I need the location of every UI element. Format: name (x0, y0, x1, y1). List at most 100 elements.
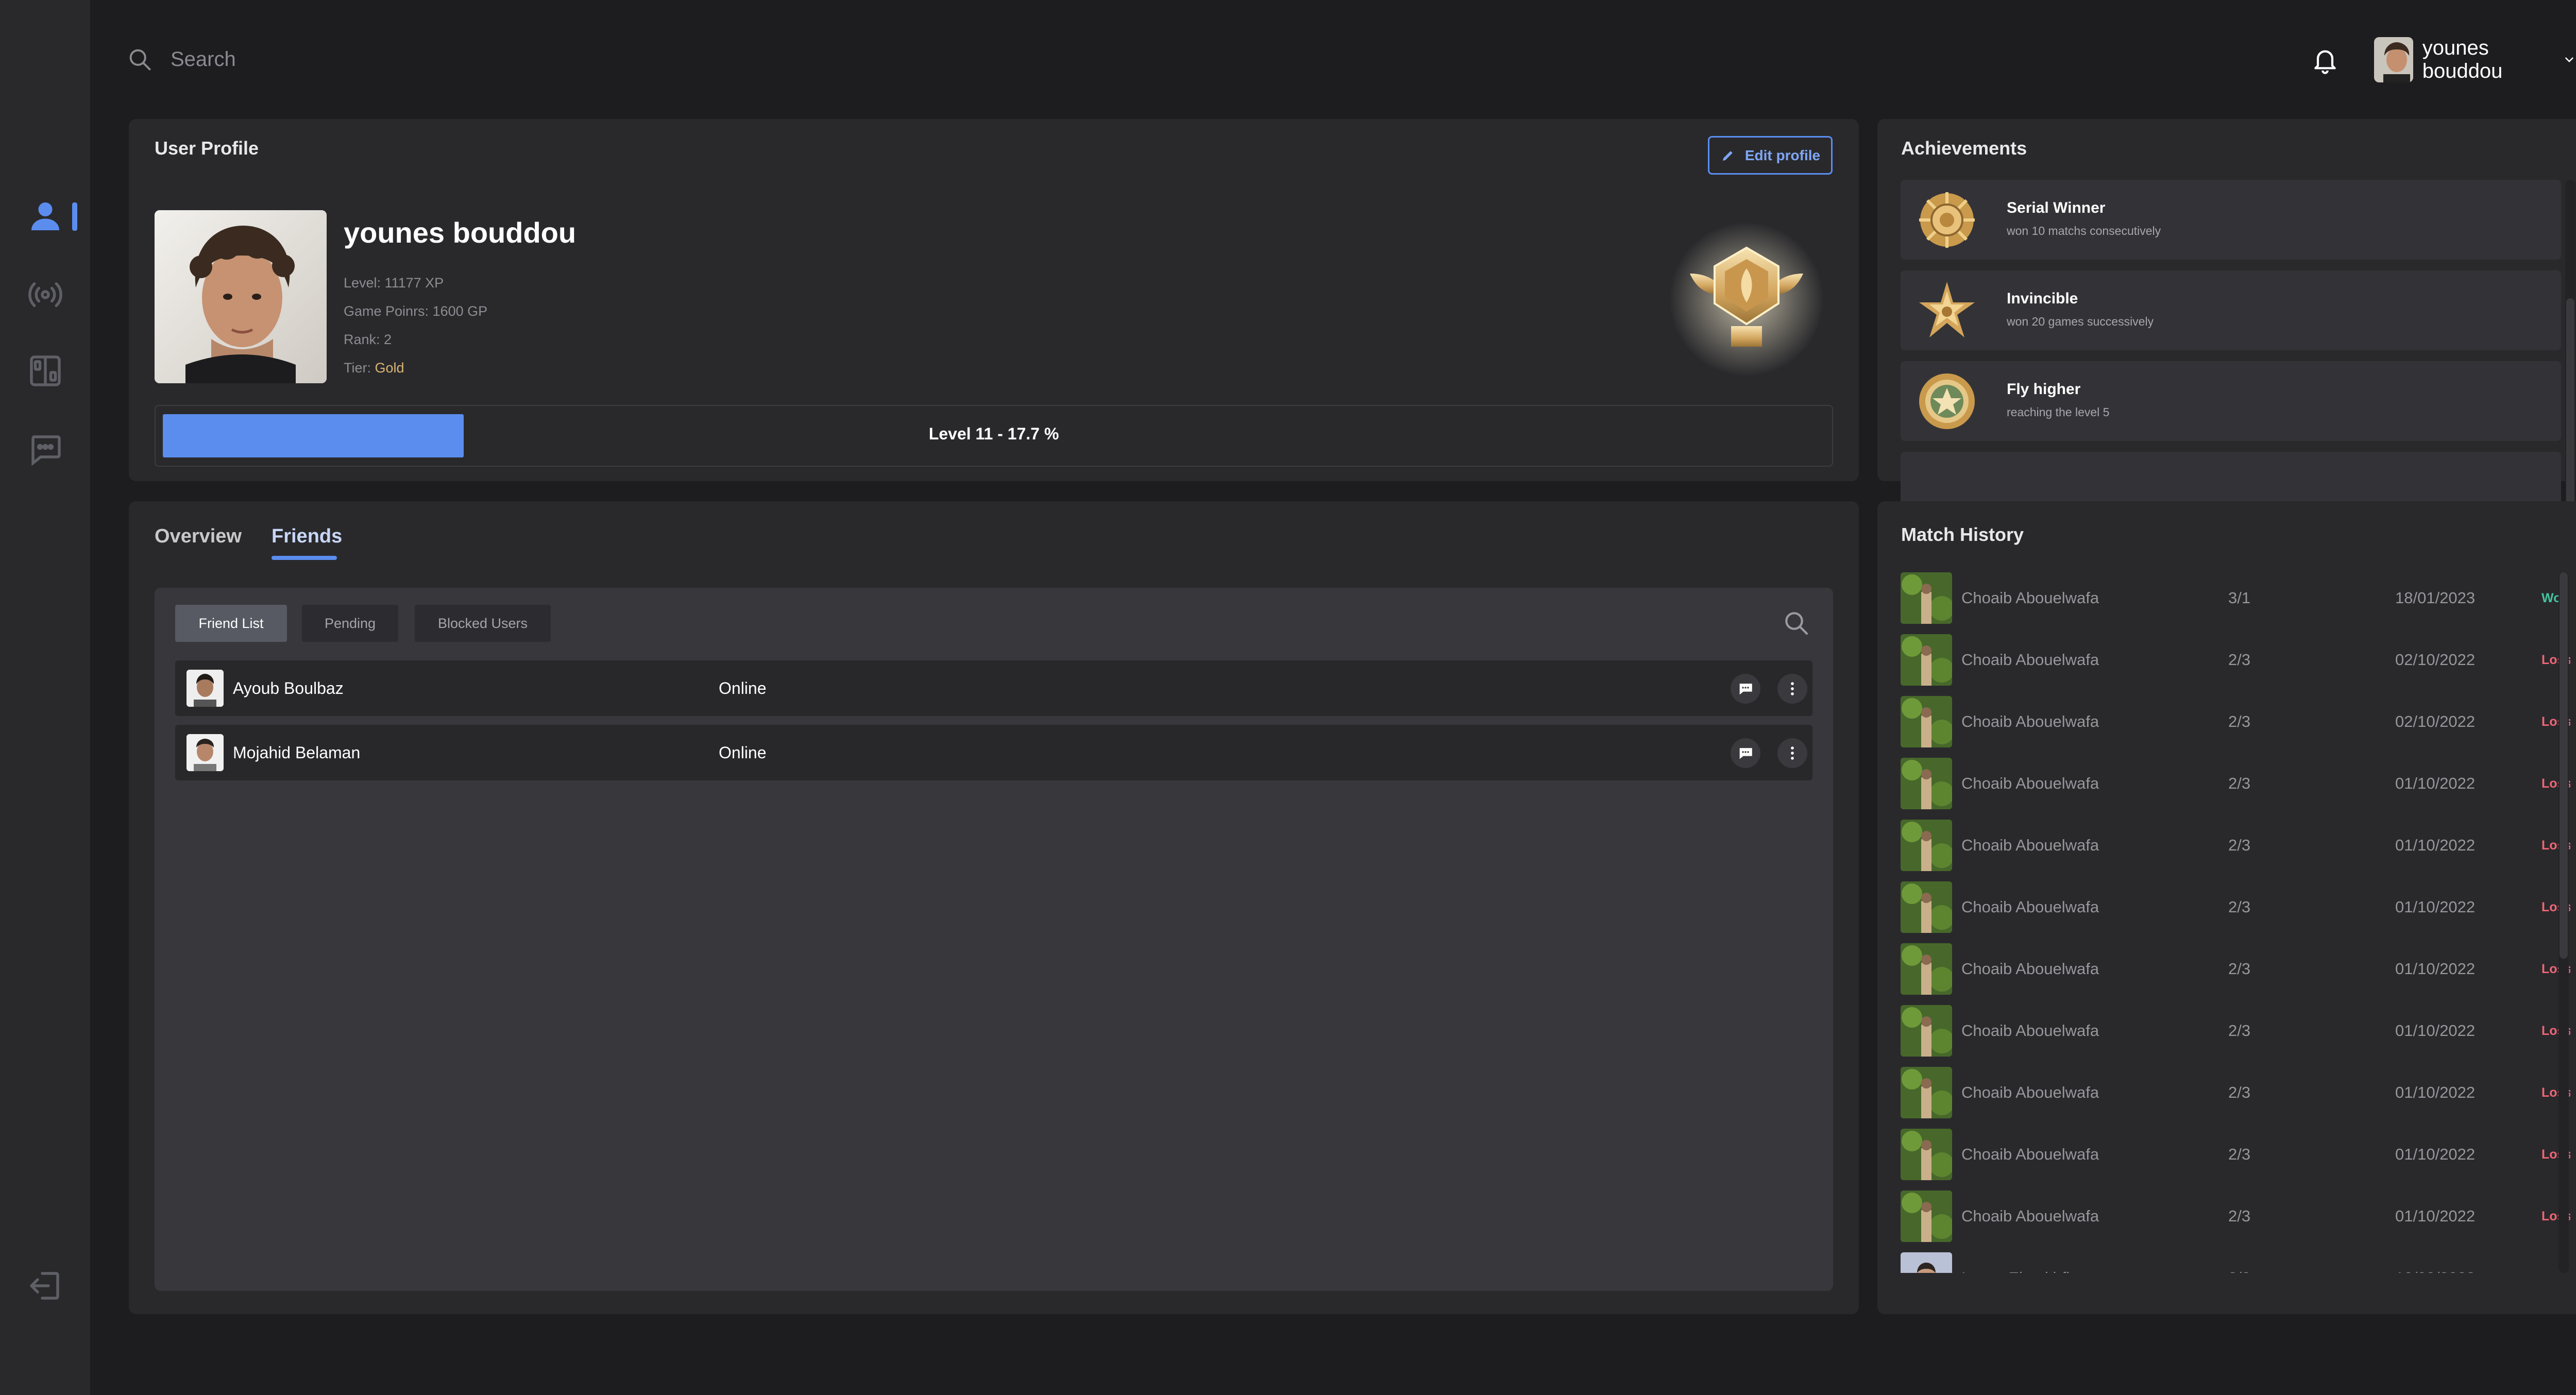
profile-icon[interactable] (27, 198, 64, 235)
match-row[interactable]: Choaib Abouelwafa 3/1 18/01/2023 Won (1901, 572, 2570, 624)
avatar (1901, 1067, 1952, 1118)
match-row[interactable]: Issam Elmakhfi3/219/09/2022Won (1901, 1252, 2570, 1273)
friend-name: Mojahid Belaman (233, 743, 361, 762)
edit-profile-label: Edit profile (1744, 147, 1821, 163)
avatar (1901, 943, 1952, 995)
avatar (1901, 572, 1952, 624)
search-icon[interactable] (1782, 608, 1810, 637)
tier-label: Tier: (344, 360, 375, 376)
opponent-name: Choaib Abouelwafa (1961, 1083, 2099, 1101)
search-bar[interactable] (126, 44, 634, 75)
more-options-button[interactable] (1777, 738, 1807, 768)
match-row[interactable]: Choaib Abouelwafa 2/3 01/10/2022 Loss (1901, 1129, 2570, 1180)
active-tab-indicator (272, 556, 337, 560)
user-menu[interactable]: younes bouddou (2374, 36, 2576, 83)
friend-status: Online (719, 743, 767, 762)
avatar (1901, 820, 1952, 871)
pencil-icon (1722, 150, 1733, 161)
card-title: Match History (1901, 524, 2024, 545)
achievement-title: Fly higher (2007, 381, 2081, 398)
bell-icon[interactable] (2311, 44, 2340, 75)
chevron-down-icon[interactable] (2563, 52, 2576, 67)
match-date: 01/10/2022 (2395, 1022, 2476, 1040)
achievement-item: Serial Winner won 10 matchs consecutivel… (1901, 180, 2561, 260)
match-row[interactable]: Choaib Abouelwafa 2/3 01/10/2022 Loss (1901, 758, 2570, 809)
opponent-name: Choaib Abouelwafa (1961, 898, 2099, 916)
achievement-description: won 10 matchs consecutively (2007, 224, 2161, 237)
card-title: User Profile (155, 138, 259, 159)
opponent-name: Choaib Abouelwafa (1961, 589, 2099, 607)
achievements-card: Achievements Serial Winner won 10 matchs… (1877, 119, 2576, 633)
match-score: 2/3 (2228, 960, 2251, 978)
search-icon (129, 49, 151, 71)
game-points: Game Poinrs: 1600 GP (344, 303, 488, 319)
game-board-icon[interactable] (27, 352, 64, 389)
tier-value: Gold (375, 360, 404, 376)
rank: Rank: 2 (344, 332, 392, 347)
achievement-title: Serial Winner (2007, 199, 2106, 216)
match-score: 2/3 (2228, 1083, 2251, 1101)
opponent-name: Choaib Abouelwafa (1961, 712, 2099, 730)
opponent-name: Choaib Abouelwafa (1961, 960, 2099, 978)
more-options-button[interactable] (1777, 674, 1807, 704)
logout-icon[interactable] (27, 1267, 64, 1304)
friend-row: Ayoub Boulbaz Online (175, 660, 1812, 716)
sun-medal-icon (1919, 192, 1975, 248)
tab-blocked-users[interactable]: Blocked Users (415, 605, 551, 642)
avatar (1901, 1005, 1952, 1057)
profile-photo (155, 210, 327, 383)
match-row[interactable]: Choaib Abouelwafa 2/3 01/10/2022 Loss (1901, 1190, 2570, 1242)
match-row[interactable]: Choaib Abouelwafa 2/3 01/10/2022 Loss (1901, 1067, 2570, 1118)
achievement-description: reaching the level 5 (2007, 405, 2110, 419)
match-row[interactable]: Choaib Abouelwafa 2/3 01/10/2022 Loss (1901, 943, 2570, 995)
avatar (1901, 881, 1952, 933)
tier: Tier: Gold (344, 360, 404, 376)
match-row[interactable]: Choaib Abouelwafa 2/3 02/10/2022 Loss (1901, 696, 2570, 747)
opponent-name: Choaib Abouelwafa (1961, 1207, 2099, 1225)
level-progress-bar: Level 11 - 17.7 % (155, 405, 1833, 467)
chat-icon[interactable] (27, 431, 64, 468)
match-score: 2/3 (2228, 898, 2251, 916)
match-score: 2/3 (2228, 1145, 2251, 1163)
search-input[interactable] (171, 47, 634, 71)
achievement-item: Invincible won 20 games successively (1901, 270, 2561, 350)
match-history-list[interactable]: Choaib Abouelwafa 3/1 18/01/2023 Won Choaib … (1901, 572, 2570, 1273)
scrollbar-thumb[interactable] (2560, 572, 2568, 959)
overview-friends-card: Overview Friends Friend List Pending Blo… (129, 501, 1859, 1314)
broadcast-icon[interactable] (27, 276, 64, 313)
match-date: 18/01/2023 (2395, 589, 2476, 607)
edit-profile-button[interactable]: Edit profile (1708, 136, 1833, 175)
match-date: 19/09/2022 (2395, 1269, 2475, 1273)
star-medal-icon (1919, 282, 1975, 337)
match-date: 01/10/2022 (2395, 898, 2476, 916)
tab-pending[interactable]: Pending (302, 605, 398, 642)
avatar (1901, 758, 1952, 809)
match-date: 01/10/2022 (2395, 1083, 2476, 1101)
achievement-title: Invincible (2007, 290, 2078, 307)
friends-panel: Friend List Pending Blocked Users Ayoub … (155, 588, 1833, 1291)
match-row[interactable]: Choaib Abouelwafa 2/3 01/10/2022 Loss (1901, 1005, 2570, 1057)
match-row[interactable]: Choaib Abouelwafa 2/3 02/10/2022 Loss (1901, 634, 2570, 686)
chat-bubble-icon (1739, 684, 1752, 695)
tab-friends[interactable]: Friends (272, 525, 342, 548)
tab-overview[interactable]: Overview (155, 525, 242, 548)
tab-friend-list[interactable]: Friend List (175, 605, 287, 642)
kebab-menu-icon (1791, 682, 1794, 695)
avatar (1901, 634, 1952, 686)
match-date: 01/10/2022 (2395, 1207, 2476, 1225)
profile-name: younes bouddou (344, 216, 577, 249)
match-history-scrollbar[interactable] (2558, 572, 2569, 1273)
avatar (1901, 1252, 1952, 1273)
opponent-name: Choaib Abouelwafa (1961, 836, 2099, 854)
message-button[interactable] (1731, 674, 1760, 704)
match-date: 02/10/2022 (2395, 651, 2476, 669)
user-profile-card: User Profile Edit profile younes bouddou… (129, 119, 1859, 481)
match-score: 2/3 (2228, 836, 2251, 854)
opponent-name: Choaib Abouelwafa (1961, 774, 2099, 792)
match-row[interactable]: Choaib Abouelwafa 2/3 01/10/2022 Loss (1901, 881, 2570, 933)
match-row[interactable]: Choaib Abouelwafa 2/3 01/10/2022 Loss (1901, 820, 2570, 871)
card-title: Achievements (1901, 138, 2027, 159)
sidebar-active-indicator (72, 202, 77, 231)
message-button[interactable] (1731, 738, 1760, 768)
achievement-item: Fly higher reaching the level 5 (1901, 361, 2561, 441)
